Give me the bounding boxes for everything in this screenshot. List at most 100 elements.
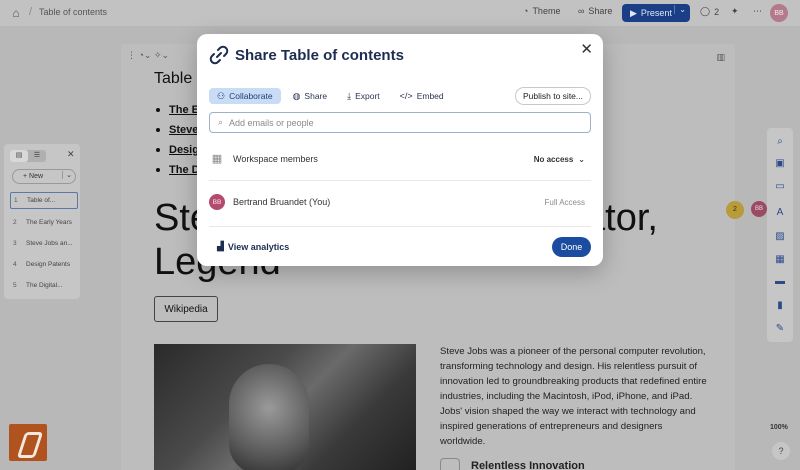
- wikipedia-button[interactable]: Wikipedia: [154, 296, 218, 322]
- access-value: No access: [533, 154, 574, 164]
- slide-thumb[interactable]: 3 Steve Jobs an...: [10, 235, 78, 252]
- embed-icon[interactable]: ▬: [774, 276, 786, 288]
- share-tabs: ⚇ Collaborate ◍ Share ⤓ Export </> Embed: [209, 88, 452, 104]
- tab-label: Share: [304, 91, 328, 101]
- chart-icon[interactable]: ▮: [774, 300, 786, 312]
- chevron-down-icon[interactable]: ⌄: [62, 171, 72, 179]
- tab-share[interactable]: ◍ Share: [285, 88, 336, 104]
- card-layout-icon[interactable]: ▭: [774, 181, 786, 193]
- present-button[interactable]: ▶ Present ⌄: [622, 4, 690, 22]
- slide-label: The Early Years: [26, 219, 72, 226]
- add-card-icon[interactable]: ▣: [774, 158, 786, 170]
- email-field[interactable]: ⌕ Add emails or people: [209, 112, 591, 133]
- member-name: Bertrand Bruandet (You): [233, 197, 331, 207]
- palette-icon: ◔: [523, 6, 529, 16]
- home-icon[interactable]: ⌂: [9, 6, 23, 20]
- breadcrumb[interactable]: Table of contents: [39, 7, 107, 17]
- tab-embed[interactable]: </> Embed: [392, 88, 452, 104]
- view-analytics-button[interactable]: ▟ View analytics: [217, 241, 289, 252]
- analytics-label: View analytics: [227, 241, 290, 252]
- member-row: BB Bertrand Bruandet (You) Full Access: [209, 190, 591, 214]
- table-icon[interactable]: ▦: [774, 254, 786, 266]
- comments-button[interactable]: ◯ 2: [700, 6, 719, 17]
- insert-toolbar: ⌕ ▣ ▭ A ▨ ▦ ▬ ▮ ✎: [767, 128, 793, 342]
- slide-thumb[interactable]: 5 The Digital...: [10, 277, 78, 294]
- app-logo: [9, 424, 47, 461]
- slide-label: Steve Jobs an...: [26, 240, 73, 247]
- share-label: Share: [588, 6, 613, 16]
- search-icon[interactable]: ⌕: [774, 136, 786, 148]
- trash-icon[interactable]: ▥: [716, 52, 725, 63]
- help-button[interactable]: ?: [772, 442, 790, 460]
- share-dialog: Share Table of contents ✕ ⚇ Collaborate ◍…: [197, 34, 603, 266]
- theme-label: Theme: [532, 6, 561, 16]
- grid-view-icon[interactable]: ▤: [10, 150, 28, 162]
- person-add-icon: ⚇: [217, 90, 226, 101]
- publish-to-site-button[interactable]: Publish to site...: [514, 87, 591, 105]
- analytics-icon: ▟: [217, 241, 224, 251]
- slide-label: Design Patents: [26, 261, 71, 268]
- download-icon: ⤓: [347, 90, 352, 101]
- tab-collaborate[interactable]: ⚇ Collaborate: [209, 88, 281, 104]
- slide-number: 3: [13, 240, 17, 247]
- steve-jobs-photo[interactable]: [154, 344, 416, 470]
- collaborator-count-badge[interactable]: 2: [726, 201, 744, 219]
- text-icon[interactable]: A: [774, 207, 786, 219]
- search-icon: ⌕: [218, 117, 224, 127]
- slide-label: The Digital...: [26, 282, 63, 289]
- tab-label: Embed: [416, 91, 444, 101]
- tab-export[interactable]: ⤓ Export: [339, 88, 388, 104]
- new-slide-button[interactable]: + New ⌄: [12, 169, 76, 184]
- share-button[interactable]: ∞ Share: [578, 6, 612, 16]
- link-icon: ∞: [578, 6, 585, 16]
- link-icon: [209, 45, 229, 65]
- slide-number: 5: [13, 282, 17, 289]
- view-toggle[interactable]: ▤ ☰: [10, 150, 46, 162]
- slide-number: 1: [14, 197, 18, 204]
- workspace-icon: ▦: [211, 153, 223, 165]
- ai-sparkle-icon[interactable]: ✦: [731, 6, 739, 17]
- collaborator-avatar[interactable]: BB: [751, 201, 767, 217]
- section-subheading: Relentless Innovation: [471, 460, 585, 470]
- slide-thumb[interactable]: 1 Table of...: [10, 192, 78, 209]
- comment-icon: ◯: [700, 6, 711, 16]
- breadcrumb-separator: /: [29, 6, 33, 18]
- globe-icon: ◍: [292, 90, 301, 101]
- chevron-down-icon[interactable]: ⌄: [674, 5, 686, 14]
- slides-panel: ▤ ☰ ✕ + New ⌄ 1 Table of... 2 The Early Ye…: [4, 144, 80, 299]
- dialog-title: Share Table of contents: [235, 46, 404, 64]
- lightbulb-icon: [440, 458, 460, 470]
- close-icon[interactable]: ✕: [580, 40, 593, 58]
- bio-paragraph: Steve Jobs was a pioneer of the personal…: [440, 346, 707, 447]
- zoom-level[interactable]: 100%: [770, 424, 788, 431]
- slide-thumb[interactable]: 2 The Early Years: [10, 214, 78, 231]
- member-access: Full Access: [544, 197, 585, 207]
- list-view-icon[interactable]: ☰: [28, 150, 46, 162]
- workspace-access-select[interactable]: No access ⌄: [534, 155, 585, 164]
- code-icon: </>: [399, 91, 413, 101]
- slide-thumb[interactable]: 4 Design Patents: [10, 256, 78, 273]
- workspace-members-row: ▦ Workspace members No access ⌄: [209, 147, 591, 171]
- email-placeholder: Add emails or people: [229, 117, 314, 128]
- chevron-down-icon: ⌄: [578, 154, 585, 164]
- avatar: BB: [209, 194, 225, 210]
- tab-label: Export: [355, 91, 380, 101]
- present-label: Present: [640, 8, 672, 18]
- more-options-icon[interactable]: ⋯: [753, 6, 762, 17]
- theme-button[interactable]: ◔ Theme: [523, 6, 560, 16]
- slide-number: 4: [13, 261, 17, 268]
- user-avatar[interactable]: BB: [770, 4, 788, 22]
- top-bar: ⌂ / Table of contents ◔ Theme ∞ Share ▶ Pr…: [0, 0, 800, 26]
- edit-icon[interactable]: ✎: [774, 323, 786, 335]
- done-button[interactable]: Done: [552, 237, 591, 257]
- comments-count: 2: [714, 6, 720, 17]
- close-icon[interactable]: ✕: [67, 149, 75, 160]
- image-icon[interactable]: ▨: [774, 231, 786, 243]
- card-toolbar[interactable]: ⋮ ◔⌄ ✧⌄: [127, 50, 169, 61]
- workspace-label: Workspace members: [233, 154, 318, 164]
- play-icon: ▶: [630, 7, 637, 18]
- portrait-shape: [229, 364, 309, 470]
- new-label: New: [29, 173, 44, 180]
- divider: [209, 180, 591, 181]
- dialog-header: Share Table of contents: [209, 45, 404, 65]
